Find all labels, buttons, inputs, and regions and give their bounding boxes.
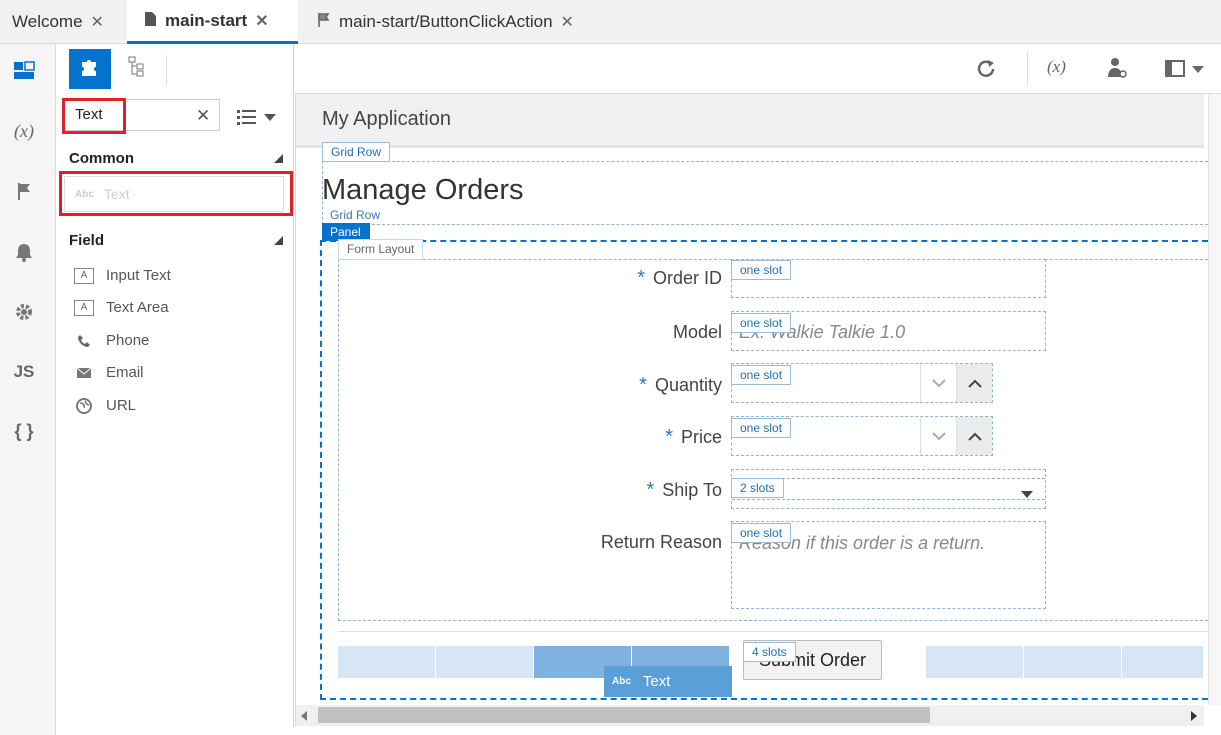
return-reason-label: Return Reason (600, 532, 722, 552)
drop-zone-cell[interactable] (1024, 646, 1122, 678)
chevron-down-icon[interactable] (920, 364, 956, 402)
model-label: Model (672, 322, 722, 342)
flag-icon (318, 13, 330, 30)
text-component-icon: Abc (612, 676, 631, 687)
slot-label: one slot (731, 365, 792, 385)
horizontal-scrollbar[interactable] (296, 705, 1204, 726)
page-designer-icon[interactable] (0, 60, 48, 85)
divider (166, 55, 167, 85)
palette-item-input-text[interactable]: A Input Text (74, 267, 171, 284)
slot-label: 2 slots (731, 478, 784, 498)
reload-icon[interactable] (976, 59, 998, 84)
clear-icon[interactable]: ✕ (196, 106, 210, 126)
dragged-text-component[interactable]: Abc Text (604, 666, 732, 697)
chevron-down-icon[interactable] (1020, 486, 1034, 504)
flag-icon[interactable] (0, 182, 48, 205)
slot-label: 4 slots (743, 642, 796, 662)
palette-item-label: Phone (106, 332, 150, 349)
chevron-up-icon[interactable] (956, 417, 992, 455)
tab-label: Welcome (12, 11, 83, 31)
slot-label: one slot (731, 523, 792, 543)
page-heading[interactable]: Manage Orders (322, 174, 524, 207)
price-label: * Price (665, 426, 722, 448)
app-root: Welcome ✕ main-start ✕ main-start/Button… (0, 0, 1221, 735)
ship-to-label: * Ship To (646, 479, 722, 501)
app-header: My Application (296, 94, 1204, 148)
gear-icon[interactable] (0, 302, 48, 327)
tab-main-start[interactable]: main-start ✕ (127, 0, 298, 44)
designer-toolbar: (x) (295, 44, 1221, 94)
required-indicator: * (646, 479, 655, 501)
drop-zone-cell[interactable] (1122, 646, 1204, 678)
app-title: My Application (322, 108, 451, 130)
palette-item-label: Input Text (106, 267, 171, 284)
palette-item-text-area[interactable]: A Text Area (74, 299, 169, 316)
bell-icon[interactable] (0, 242, 48, 267)
drop-zone-cell[interactable] (436, 646, 534, 678)
slot-label: one slot (731, 418, 792, 438)
input-text-icon: A (74, 267, 94, 284)
text-area-icon: A (74, 299, 94, 316)
preview-device-icon[interactable] (1165, 60, 1205, 83)
variables-icon[interactable]: (x) (1047, 57, 1066, 77)
list-view-icon[interactable] (236, 108, 280, 131)
tab-welcome[interactable]: Welcome ✕ (0, 0, 124, 43)
grid-row-label: Grid Row (330, 208, 381, 222)
search-highlight (62, 98, 126, 134)
puzzle-icon (79, 56, 101, 83)
left-rail: (x) JS { } (0, 44, 56, 735)
drop-zone-cell[interactable] (338, 646, 436, 678)
url-icon (74, 397, 94, 414)
close-icon[interactable]: ✕ (255, 11, 268, 31)
phone-icon (74, 333, 94, 349)
divider (1027, 52, 1028, 86)
vertical-scrollbar[interactable] (1208, 94, 1221, 705)
palette-item-email[interactable]: Email (74, 364, 144, 381)
slot-label: one slot (731, 313, 792, 333)
scroll-right-icon[interactable] (1191, 711, 1197, 721)
tab-bar: Welcome ✕ main-start ✕ main-start/Button… (0, 0, 1221, 44)
chevron-up-icon[interactable] (956, 364, 992, 402)
required-indicator: * (639, 374, 647, 396)
section-common[interactable]: Common (69, 150, 134, 167)
close-icon[interactable]: ✕ (91, 12, 104, 32)
email-icon (74, 365, 94, 381)
drop-zone-cell[interactable] (926, 646, 1024, 678)
close-icon[interactable]: ✕ (561, 12, 574, 32)
components-tab[interactable] (69, 49, 111, 89)
order-id-label: * Order ID (637, 267, 722, 289)
required-indicator: * (665, 426, 673, 448)
palette-item-label: Text Area (106, 299, 169, 316)
palette-item-phone[interactable]: Phone (74, 332, 149, 349)
structure-icon (128, 56, 146, 83)
scroll-thumb[interactable] (318, 707, 930, 723)
required-indicator: * (637, 267, 645, 289)
collapse-icon[interactable] (274, 154, 283, 163)
text-item-highlight (59, 171, 293, 216)
tab-label: main-start (165, 10, 248, 30)
palette-item-url[interactable]: URL (74, 397, 136, 414)
palette-item-label: Email (106, 364, 144, 381)
collapse-icon[interactable] (274, 236, 283, 245)
component-palette: ✕ Common Abc Text Field A Input Text A T… (56, 44, 294, 727)
user-role-icon[interactable] (1107, 57, 1127, 84)
form-layout-label: Form Layout (338, 239, 424, 260)
tab-label: main-start/ButtonClickAction (339, 11, 553, 31)
design-canvas: My Application Grid Row Manage Orders Gr… (295, 94, 1221, 726)
section-field[interactable]: Field (69, 232, 104, 249)
chevron-down-icon[interactable] (920, 417, 956, 455)
file-icon (145, 12, 156, 29)
structure-tab[interactable] (116, 49, 158, 89)
quantity-label: * Quantity (639, 374, 722, 396)
js-icon[interactable]: JS (0, 362, 48, 382)
variables-icon[interactable]: (x) (0, 121, 48, 142)
palette-item-label: URL (106, 397, 137, 414)
grid-row-label: Grid Row (322, 142, 391, 162)
scroll-left-icon[interactable] (301, 711, 307, 721)
slot-label: one slot (731, 260, 792, 280)
json-icon[interactable]: { } (0, 421, 48, 442)
tab-button-click-action[interactable]: main-start/ButtonClickAction ✕ (306, 0, 598, 43)
dragged-component-label: Text (642, 673, 671, 690)
divider (338, 631, 1208, 632)
